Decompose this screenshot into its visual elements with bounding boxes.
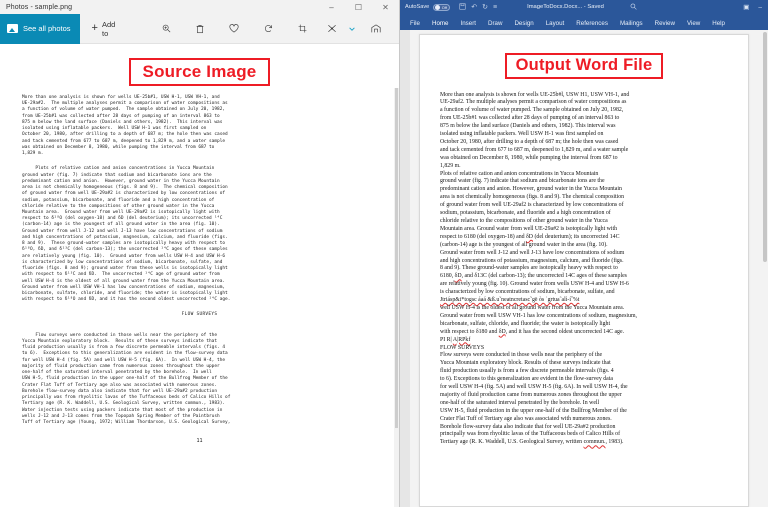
tab-design[interactable]: Design xyxy=(508,20,539,30)
scanned-section-heading: FLOW SURVEYS xyxy=(10,304,389,324)
tab-view[interactable]: View xyxy=(681,20,706,30)
photos-titlebar: Photos - sample.png – ☐ ✕ xyxy=(0,0,399,14)
autosave-state-label: Off xyxy=(442,5,447,10)
account-icon[interactable]: ▣ xyxy=(743,3,749,11)
photos-window-controls: – ☐ ✕ xyxy=(318,0,399,14)
autosave-toggle-knob xyxy=(435,5,440,10)
autosave-toggle[interactable]: Off xyxy=(433,4,450,11)
plus-icon: + xyxy=(92,23,98,34)
source-image-badge-wrap: Source Image xyxy=(10,58,389,86)
source-image-canvas[interactable]: Source Image More than one analysis is s… xyxy=(0,44,399,507)
share-icon[interactable] xyxy=(359,14,393,44)
quick-access-toolbar: ↶ ↻ ≡ xyxy=(459,3,497,12)
spellcheck-garbled-ocr-line[interactable]: Jtriásp&i*togsc áaá &ß.u˜neatncretasc˜gë… xyxy=(440,297,579,303)
doc-block-4: , and δ13C (del carbon-13); the uncorrec… xyxy=(440,273,629,295)
scanned-paragraph-1: More than one analysis is shown for well… xyxy=(10,86,389,157)
enhance-icon[interactable] xyxy=(319,14,345,44)
tab-draw[interactable]: Draw xyxy=(482,20,508,30)
add-to-button[interactable]: + Add to xyxy=(80,20,126,38)
photos-scrollbar[interactable] xyxy=(394,88,399,507)
spellcheck-garbled-token[interactable]: A|RPkf xyxy=(453,337,470,343)
photos-window-title: Photos - sample.png xyxy=(6,4,72,11)
add-to-label: Add to xyxy=(102,20,115,38)
word-ribbon-tabs: File Home Insert Draw Design Layout Refe… xyxy=(400,14,768,30)
see-all-photos-label: See all photos xyxy=(23,24,71,33)
chevron-down-icon[interactable] xyxy=(345,14,359,44)
output-word-file-annotation-badge: Output Word File xyxy=(505,53,664,79)
photos-scrollbar-thumb[interactable] xyxy=(395,88,398,428)
ocr-comparison-screenshot: Photos - sample.png – ☐ ✕ See all photos… xyxy=(0,0,768,507)
tab-insert[interactable]: Insert xyxy=(455,20,482,30)
doc-block-2: Plots of relative cation and anion conce… xyxy=(440,171,624,240)
photos-toolbar: See all photos + Add to xyxy=(0,14,399,44)
spellcheck-word-delta-d-3[interactable]: δD xyxy=(499,329,506,335)
scanned-paragraph-2: Plots of relative cation and anion conce… xyxy=(10,157,389,303)
crop-icon[interactable] xyxy=(285,14,319,44)
spellcheck-word-delta-d-2[interactable]: δD xyxy=(455,273,462,279)
autosave-label: AutoSave xyxy=(405,4,429,10)
delete-icon[interactable] xyxy=(183,14,217,44)
word-left-gutter xyxy=(400,30,410,507)
word-app-window: AutoSave Off ↶ ↻ ≡ ImageToDocx.Docx... -… xyxy=(400,0,768,507)
source-image-annotation-badge: Source Image xyxy=(129,58,271,86)
word-scrollbar[interactable] xyxy=(762,30,768,507)
tab-file[interactable]: File xyxy=(404,20,426,30)
doc-block-8: , 1983). xyxy=(605,439,623,445)
redo-icon[interactable]: ↻ xyxy=(482,3,488,11)
tab-home[interactable]: Home xyxy=(426,20,455,30)
photos-app-window: Photos - sample.png – ☐ ✕ See all photos… xyxy=(0,0,400,507)
save-icon[interactable] xyxy=(459,3,466,12)
word-document-text[interactable]: More than one analysis is shown for well… xyxy=(440,92,728,448)
customize-qat-icon[interactable]: ≡ xyxy=(493,4,497,11)
zoom-icon[interactable] xyxy=(149,14,183,44)
rotate-icon[interactable] xyxy=(251,14,285,44)
word-titlebar: AutoSave Off ↶ ↻ ≡ ImageToDocx.Docx... -… xyxy=(400,0,768,14)
photos-library-icon xyxy=(7,24,18,33)
tab-review[interactable]: Review xyxy=(649,20,681,30)
doc-block-7: FLOW SURVEYS Flow surveys were conducted… xyxy=(440,345,628,446)
favorite-heart-icon[interactable] xyxy=(217,14,251,44)
maximize-icon[interactable]: ☐ xyxy=(345,0,372,14)
tab-mailings[interactable]: Mailings xyxy=(614,20,649,30)
scanned-page-number: 11 xyxy=(10,426,389,444)
doc-block-1: More than one analysis is shown for well… xyxy=(440,92,629,169)
word-document-area: Output Word File More than one analysis … xyxy=(400,30,768,507)
output-badge-wrap: Output Word File xyxy=(440,53,728,79)
word-scrollbar-thumb[interactable] xyxy=(763,32,767,262)
search-icon[interactable] xyxy=(630,3,637,12)
spellcheck-word-delta-d-1[interactable]: δD xyxy=(526,234,533,240)
spellcheck-word-commun[interactable]: commun. xyxy=(584,439,606,445)
minimize-icon[interactable]: – xyxy=(758,4,762,11)
minimize-icon[interactable]: – xyxy=(318,0,345,14)
word-page[interactable]: Output Word File More than one analysis … xyxy=(419,34,749,507)
word-document-title: ImageToDocx.Docx... - Saved xyxy=(527,4,604,10)
tab-help[interactable]: Help xyxy=(706,20,731,30)
word-window-controls: ▣ – xyxy=(743,0,766,14)
see-all-photos-button[interactable]: See all photos xyxy=(0,14,80,44)
scanned-paragraph-3: Flow surveys were conducted in those wel… xyxy=(10,324,389,427)
undo-icon[interactable]: ↶ xyxy=(471,3,477,11)
close-icon[interactable]: ✕ xyxy=(372,0,399,14)
tab-layout[interactable]: Layout xyxy=(540,20,571,30)
tab-references[interactable]: References xyxy=(570,20,614,30)
